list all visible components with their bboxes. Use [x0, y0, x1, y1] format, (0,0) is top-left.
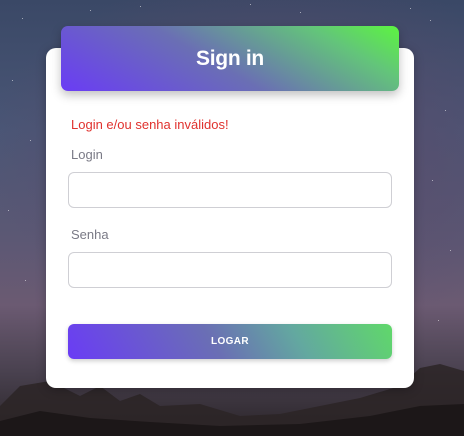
error-message: Login e/ou senha inválidos! — [71, 117, 229, 132]
login-label: Login — [71, 147, 103, 162]
page-title: Sign in — [196, 46, 264, 70]
login-button[interactable]: LOGAR — [68, 324, 392, 359]
login-input[interactable] — [68, 172, 392, 208]
password-label: Senha — [71, 227, 109, 242]
card-header: Sign in — [61, 26, 399, 91]
password-input[interactable] — [68, 252, 392, 288]
